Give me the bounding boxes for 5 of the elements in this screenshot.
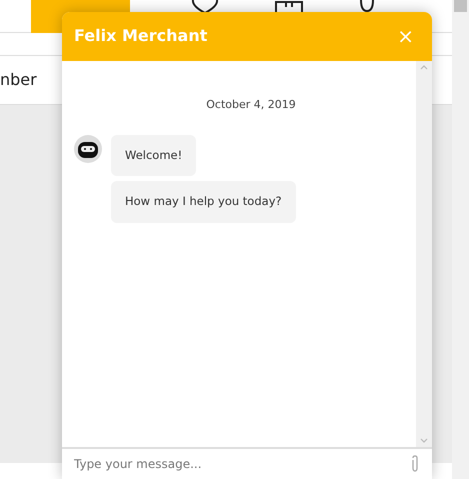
field-text: nber (0, 69, 37, 91)
message-bubble: Welcome! (111, 135, 196, 176)
message-bubble: How may I help you today? (111, 181, 296, 223)
chat-title: Felix Merchant (74, 25, 208, 48)
date-label: October 4, 2019 (206, 96, 296, 113)
